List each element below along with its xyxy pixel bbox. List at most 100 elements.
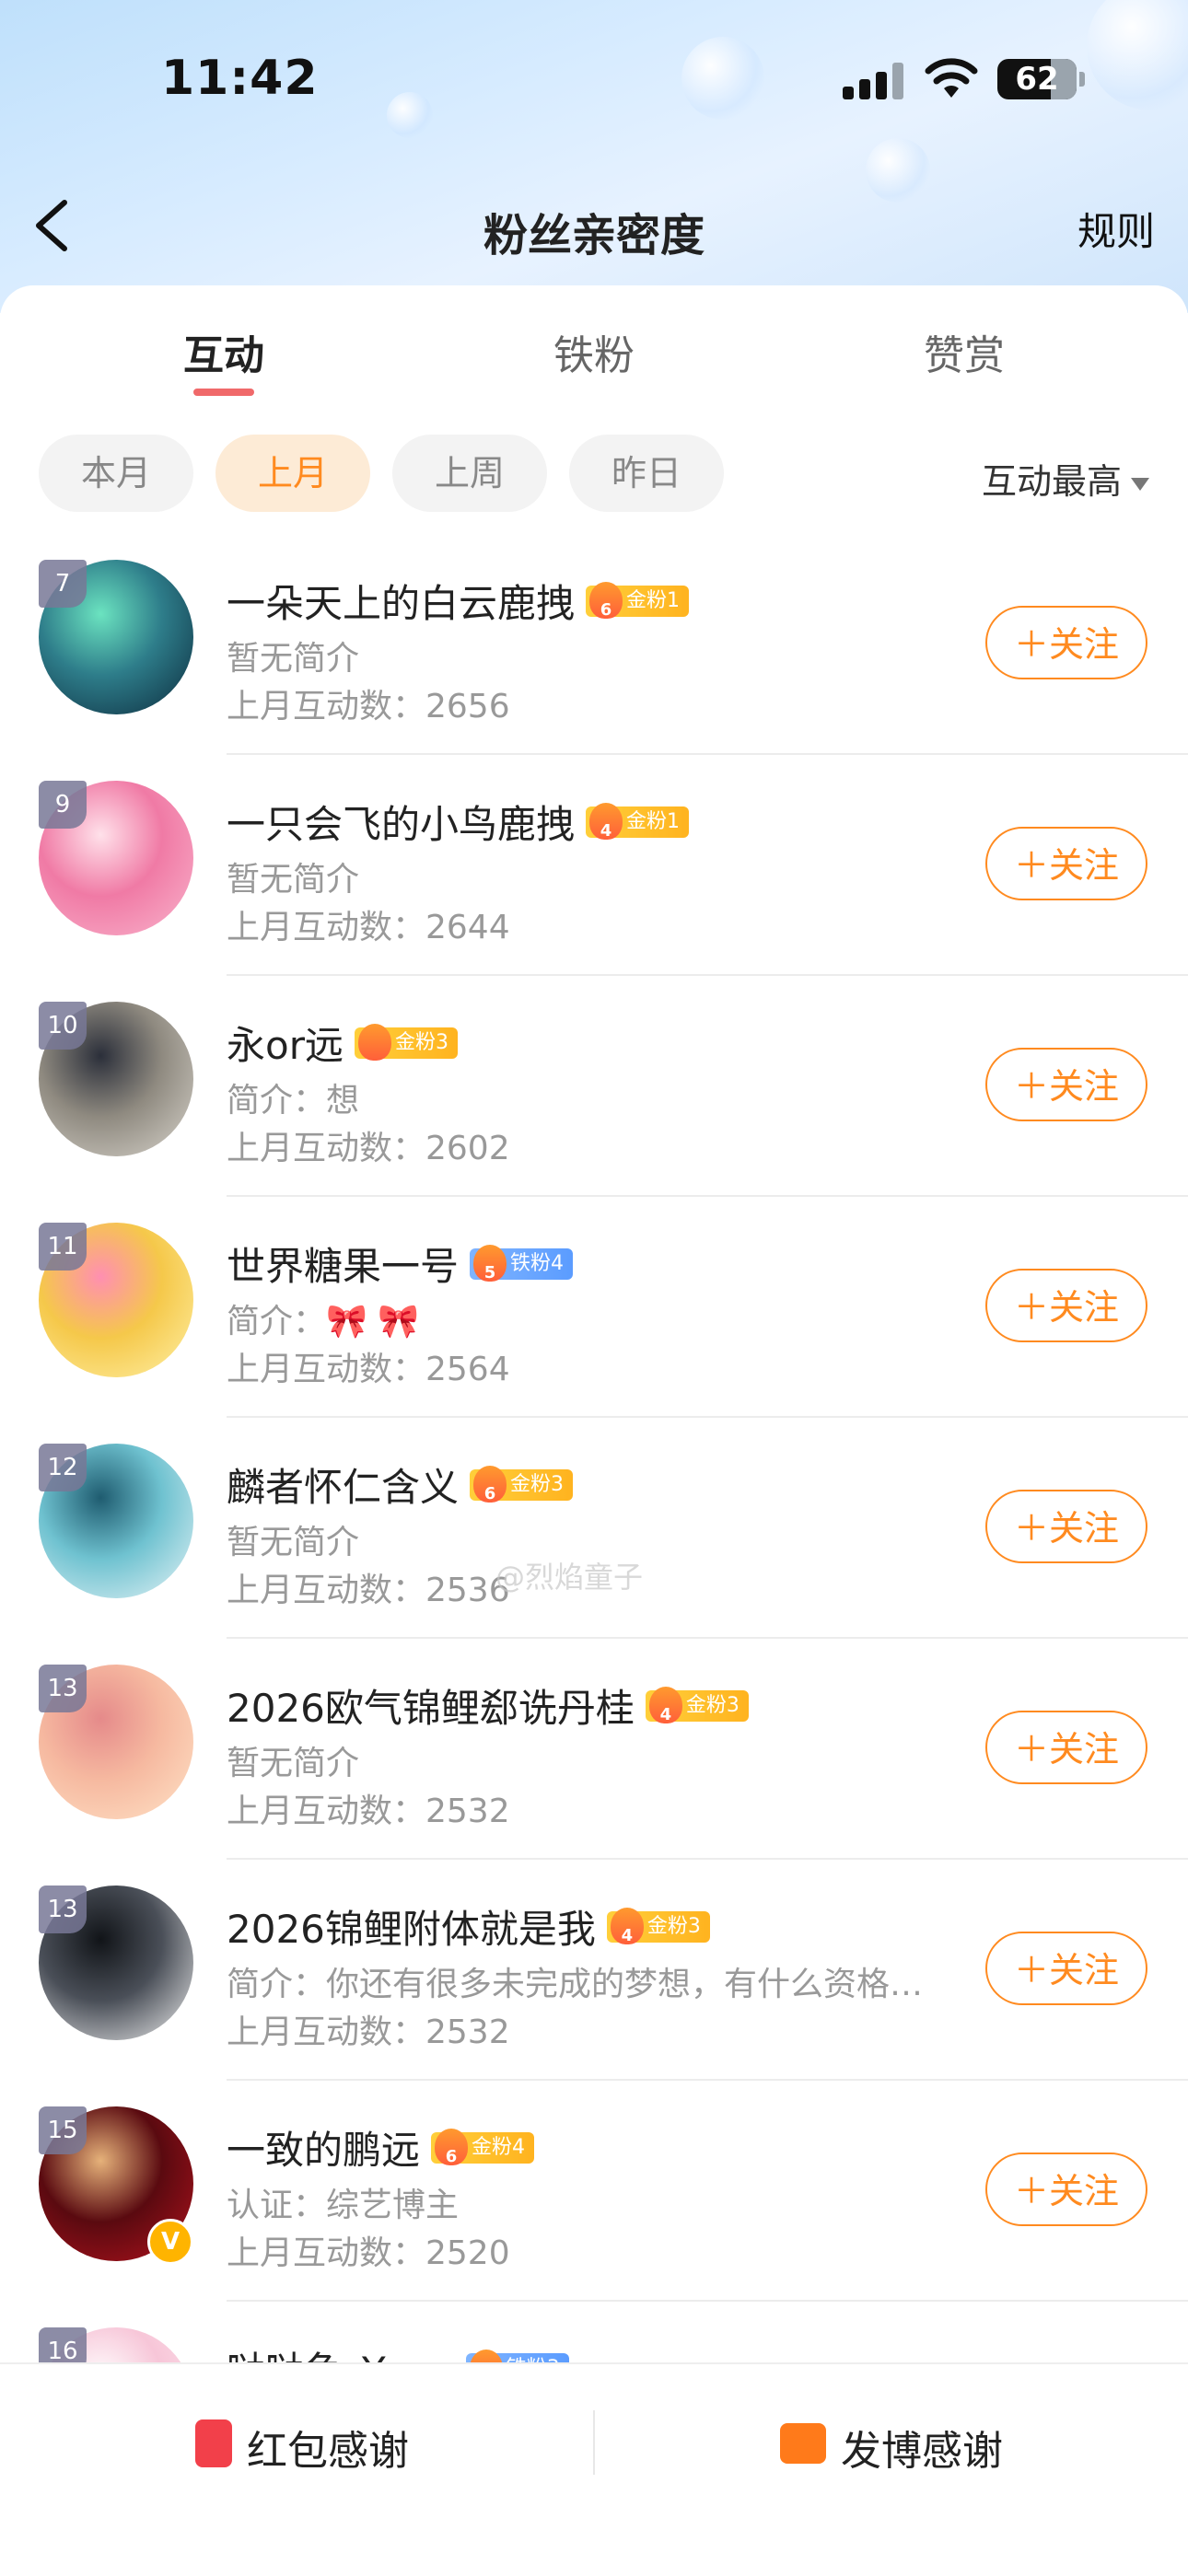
fan-name-line: 世界糖果一号 5 铁粉4: [227, 1236, 574, 1289]
sort-dropdown[interactable]: 互动最高: [982, 453, 1149, 504]
fan-bio: 暂无简介: [227, 861, 360, 899]
tab-active-indicator: [193, 389, 254, 396]
fan-level-label: 金粉1: [626, 588, 681, 612]
content-sheet: 互动 铁粉 赞赏 本月 上月 上周 昨日 互动最高 7 一朵天上的白云鹿拽 6 金粉1…: [0, 285, 1188, 2574]
fan-name[interactable]: 麟者怀仁含义: [227, 1465, 459, 1510]
fan-level-badge: 6 金粉1: [586, 581, 690, 620]
rules-link[interactable]: 规则: [1077, 201, 1155, 257]
crown-icon: 4: [589, 802, 623, 841]
fan-level-label: 金粉1: [626, 809, 681, 833]
fan-row[interactable]: 15 V 一致的鹏远 6 金粉4 认证：综艺博主 上月互动数：2520 ＋关注: [0, 2081, 1188, 2302]
filter-this-month[interactable]: 本月: [39, 435, 193, 512]
battery-level: 62: [1015, 61, 1059, 98]
follow-button[interactable]: ＋关注: [985, 1932, 1147, 2005]
fan-level-label: 金粉3: [646, 1914, 701, 1938]
fan-interaction-count: 上月互动数：2536: [227, 1572, 510, 1609]
fan-name-line: 2026欧气锦鲤郄诜丹桂 4 金粉3: [227, 1677, 749, 1731]
filter-yesterday[interactable]: 昨日: [569, 435, 724, 512]
fan-level-label: 金粉3: [685, 1693, 740, 1717]
fan-interaction-count: 上月互动数：2602: [227, 1130, 510, 1167]
crown-icon: 6: [435, 2128, 469, 2166]
filter-last-week[interactable]: 上周: [392, 435, 547, 512]
fan-level-label: 金粉4: [472, 2135, 526, 2159]
tab-rewards[interactable]: 赞赏: [872, 322, 1056, 381]
sort-label: 互动最高: [981, 461, 1122, 502]
follow-button[interactable]: ＋关注: [985, 606, 1147, 679]
fan-bio: 简介：🎀 🎀: [227, 1303, 420, 1340]
tab-iron-fans[interactable]: 铁粉: [502, 322, 686, 381]
rank-badge: 9: [39, 781, 87, 829]
fan-level-badge: 6 金粉4: [431, 2128, 535, 2166]
nav-bar: 粉丝亲密度 规则: [0, 175, 1188, 276]
fan-level-badge: 4 金粉1: [586, 802, 690, 841]
fan-name[interactable]: 永or远: [227, 1023, 344, 1068]
fan-level-badge: 金粉3: [354, 1023, 458, 1061]
rank-badge: 7: [39, 560, 87, 608]
fan-name[interactable]: 2026欧气锦鲤郄诜丹桂: [227, 1686, 635, 1731]
battery-nub: [1079, 72, 1085, 87]
fan-row[interactable]: 9 一只会飞的小鸟鹿拽 4 金粉1 暂无简介上月互动数：2644 ＋关注: [0, 755, 1188, 976]
fan-interaction-count: 上月互动数：2644: [227, 909, 510, 946]
rank-badge: 12: [39, 1444, 87, 1491]
fan-interaction-count: 上月互动数：2520: [227, 2234, 510, 2272]
rank-badge: 13: [39, 1665, 87, 1712]
follow-button[interactable]: ＋关注: [985, 1269, 1147, 1342]
fan-bio: 暂无简介: [227, 640, 360, 678]
fan-interaction-count: 上月互动数：2532: [227, 1793, 510, 1830]
fan-level-badge: 4 金粉3: [606, 1907, 710, 1945]
follow-button[interactable]: ＋关注: [985, 1490, 1147, 1563]
fan-level-badge: 4 金粉3: [645, 1686, 749, 1724]
fan-row[interactable]: 7 一朵天上的白云鹿拽 6 金粉1 暂无简介上月互动数：2656 ＋关注: [0, 534, 1188, 755]
rank-badge: 15: [39, 2106, 87, 2154]
fan-bio: 简介：你还有很多未完成的梦想，有什么资格…: [227, 1966, 924, 2003]
fan-level-label: 金粉3: [510, 1472, 565, 1496]
tab-interaction[interactable]: 互动: [132, 322, 316, 381]
fan-name[interactable]: 2026锦鲤附体就是我: [227, 1907, 596, 1952]
fan-row[interactable]: 13 2026欧气锦鲤郄诜丹桂 4 金粉3 暂无简介上月互动数：2532 ＋关注: [0, 1639, 1188, 1860]
fan-level-badge: 6 金粉3: [470, 1465, 574, 1503]
page-title: 粉丝亲密度: [483, 210, 705, 261]
fan-row[interactable]: 11 世界糖果一号 5 铁粉4 简介：🎀 🎀 上月互动数：2564 ＋关注: [0, 1197, 1188, 1418]
fan-name-line: 麟者怀仁含义 6 金粉3: [227, 1456, 574, 1510]
caret-down-icon: [1131, 477, 1149, 491]
battery-icon: 62: [997, 59, 1077, 99]
post-thanks-label: 发博感谢: [841, 2428, 1003, 2475]
crown-icon: 4: [648, 1686, 682, 1724]
watermark: @烈焰童子: [495, 1560, 644, 1595]
time-filter-bar: 本月 上月 上周 昨日 互动最高: [0, 435, 1188, 512]
red-packet-icon: [195, 2419, 232, 2467]
fan-interaction-count: 上月互动数：2656: [227, 688, 510, 725]
fan-name-line: 一只会飞的小鸟鹿拽 4 金粉1: [227, 794, 690, 847]
fan-name-line: 永or远 金粉3: [227, 1015, 458, 1068]
fan-level-badge: 5 铁粉4: [470, 1244, 574, 1282]
follow-button[interactable]: ＋关注: [985, 1711, 1147, 1784]
cellular-signal-icon: [843, 63, 907, 99]
filter-last-month[interactable]: 上月: [215, 435, 370, 512]
crown-icon: 5: [473, 1244, 507, 1282]
crown-icon: [357, 1023, 391, 1061]
follow-button[interactable]: ＋关注: [985, 1048, 1147, 1121]
fan-bio: 暂无简介: [227, 1745, 360, 1782]
fan-name[interactable]: 世界糖果一号: [227, 1244, 459, 1289]
fan-interaction-count: 上月互动数：2564: [227, 1351, 510, 1388]
follow-button[interactable]: ＋关注: [985, 2152, 1147, 2226]
fan-row[interactable]: 13 2026锦鲤附体就是我 4 金粉3 简介：你还有很多未完成的梦想，有什么资格… 上月…: [0, 1860, 1188, 2081]
follow-button[interactable]: ＋关注: [985, 827, 1147, 900]
status-bar: 11:42 62: [0, 0, 1188, 157]
fan-name[interactable]: 一只会飞的小鸟鹿拽: [227, 802, 575, 847]
crown-icon: 4: [610, 1907, 644, 1945]
fan-name-line: 一致的鹏远 6 金粉4: [227, 2119, 535, 2173]
post-thanks-button[interactable]: 发博感谢: [594, 2364, 1188, 2521]
fan-name[interactable]: 一朵天上的白云鹿拽: [227, 581, 575, 626]
tab-bar: 互动 铁粉 赞赏: [0, 322, 1188, 405]
red-packet-thanks-label: 红包感谢: [247, 2428, 409, 2475]
fan-row[interactable]: 10 永or远 金粉3 简介：想 上月互动数：2602 ＋关注: [0, 976, 1188, 1197]
bottom-action-bar: 红包感谢 发博感谢: [0, 2362, 1188, 2576]
crown-icon: 6: [473, 1465, 507, 1503]
wifi-icon: [925, 58, 978, 98]
crown-icon: 6: [589, 581, 623, 620]
fan-row[interactable]: 12 麟者怀仁含义 6 金粉3 暂无简介 上月互动数：2536 ＋关注: [0, 1418, 1188, 1639]
fan-bio: 认证：综艺博主: [227, 2187, 460, 2224]
fan-name[interactable]: 一致的鹏远: [227, 2128, 420, 2173]
red-packet-thanks-button[interactable]: 红包感谢: [0, 2364, 594, 2521]
